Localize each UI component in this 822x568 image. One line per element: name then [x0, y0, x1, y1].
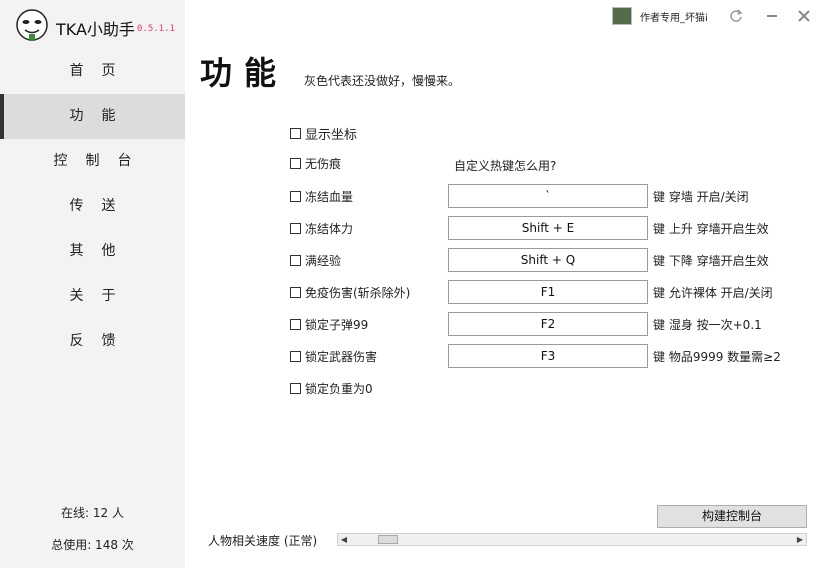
sidebar-item-console[interactable]: 控制台: [0, 139, 185, 184]
hotkey-input-items[interactable]: F3: [448, 344, 648, 368]
scroll-right-icon[interactable]: ▶: [794, 534, 806, 545]
scroll-left-icon[interactable]: ◀: [338, 534, 350, 545]
build-console-button[interactable]: 构建控制台: [657, 505, 807, 528]
sidebar-item-other[interactable]: 其他: [0, 229, 185, 274]
option-immune-damage[interactable]: 免疫伤害(斩杀除外): [290, 283, 410, 301]
option-freeze-stamina[interactable]: 冻结体力: [290, 219, 353, 237]
option-label: 显示坐标: [305, 127, 358, 143]
checkbox[interactable]: [290, 286, 301, 298]
hotkey-help-link[interactable]: 自定义热键怎么用?: [454, 157, 556, 174]
checkbox[interactable]: [290, 350, 301, 362]
option-label: 无伤痕: [305, 156, 342, 171]
option-freeze-hp[interactable]: 冻结血量: [290, 187, 353, 205]
sidebar: TKA小助手 0.5.1.1 首页 功能 控制台 传送 其他 关于 反馈 在线:…: [0, 0, 185, 568]
checkbox[interactable]: [290, 254, 301, 266]
option-show-coords[interactable]: 显示坐标: [290, 124, 358, 143]
option-label: 锁定负重为0: [305, 381, 373, 396]
app-logo: [14, 8, 50, 44]
sidebar-nav: 首页 功能 控制台 传送 其他 关于 反馈: [0, 49, 185, 364]
hotkey-desc-items: 键 物品9999 数量需≥2: [653, 350, 781, 364]
page-subtitle: 灰色代表还没做好，慢慢来。: [304, 74, 461, 88]
option-label: 冻结血量: [305, 189, 354, 204]
speed-slider[interactable]: ◀ ▶: [337, 533, 807, 546]
hotkey-desc-wet: 键 湿身 按一次+0.1: [653, 318, 762, 332]
sidebar-item-about[interactable]: 关于: [0, 274, 185, 319]
hotkey-input-nude[interactable]: F1: [448, 280, 648, 304]
checkbox[interactable]: [290, 222, 301, 234]
option-label: 锁定武器伤害: [305, 349, 378, 364]
hotkey-input-descend[interactable]: Shift + Q: [448, 248, 648, 272]
option-lock-weight[interactable]: 锁定负重为0: [290, 379, 373, 397]
sidebar-item-feedback[interactable]: 反馈: [0, 319, 185, 364]
user-name: 作者专用_坏猫i: [640, 13, 708, 24]
minimize-icon[interactable]: [762, 6, 782, 26]
close-icon[interactable]: [794, 6, 814, 26]
app-version: 0.5.1.1: [137, 24, 175, 34]
checkbox[interactable]: [290, 190, 301, 202]
option-label: 冻结体力: [305, 221, 354, 236]
checkbox[interactable]: [290, 318, 301, 330]
option-label: 满经验: [305, 253, 342, 268]
sidebar-item-teleport[interactable]: 传送: [0, 184, 185, 229]
hotkey-input-wet[interactable]: F2: [448, 312, 648, 336]
option-lock-weapon-damage[interactable]: 锁定武器伤害: [290, 347, 377, 365]
hotkey-input-rise[interactable]: Shift + E: [448, 216, 648, 240]
checkbox[interactable]: [290, 382, 301, 394]
hotkey-desc-rise: 键 上升 穿墙开启生效: [653, 222, 769, 236]
option-max-exp[interactable]: 满经验: [290, 251, 341, 269]
checkbox[interactable]: [290, 157, 301, 169]
sidebar-item-home[interactable]: 首页: [0, 49, 185, 94]
slider-thumb[interactable]: [378, 535, 398, 544]
option-label: 免疫伤害(斩杀除外): [305, 285, 411, 300]
hotkey-input-noclip[interactable]: `: [448, 184, 648, 208]
hotkey-desc-descend: 键 下降 穿墙开启生效: [653, 254, 769, 268]
option-label: 锁定子弹99: [305, 317, 369, 332]
online-count: 在线: 12 人: [61, 506, 124, 520]
refresh-icon[interactable]: [726, 6, 746, 26]
user-avatar: [612, 7, 632, 25]
page-title: 功能: [200, 54, 289, 92]
app-title: TKA小助手: [56, 20, 135, 39]
speed-label: 人物相关速度 (正常): [208, 534, 318, 548]
total-usage: 总使用: 148 次: [51, 538, 134, 552]
sidebar-item-features[interactable]: 功能: [0, 94, 185, 139]
option-no-damage[interactable]: 无伤痕: [290, 154, 341, 172]
checkbox[interactable]: [290, 127, 301, 139]
hotkey-desc-nude: 键 允许裸体 开启/关闭: [653, 286, 773, 300]
option-lock-ammo[interactable]: 锁定子弹99: [290, 315, 368, 333]
hotkey-desc-noclip: 键 穿墙 开启/关闭: [653, 190, 749, 204]
